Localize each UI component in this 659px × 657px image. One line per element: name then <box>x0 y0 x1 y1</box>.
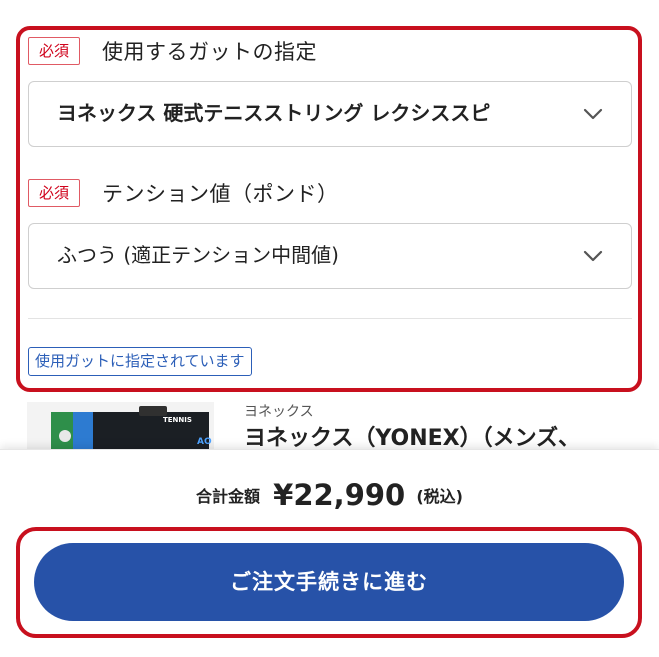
product-thumbnail[interactable]: AO TENNIS <box>27 402 214 450</box>
gut-select-value: ヨネックス 硬式テニスストリング レクシススピ <box>57 101 491 125</box>
chevron-down-icon <box>583 108 603 120</box>
chevron-down-icon <box>583 250 603 262</box>
gut-specified-notice: 使用ガットに指定されています <box>28 347 252 376</box>
tax-note: (税込) <box>416 487 463 506</box>
required-badge: 必須 <box>28 179 81 207</box>
tension-select[interactable]: ふつう (適正テンション中間値) <box>28 223 632 289</box>
tension-select-value: ふつう (適正テンション中間値) <box>57 243 339 267</box>
svg-text:AO: AO <box>197 437 212 447</box>
gut-select[interactable]: ヨネックス 硬式テニスストリング レクシススピ <box>28 81 632 147</box>
product-brand: ヨネックス <box>244 404 314 420</box>
total-label: 合計金額 <box>196 487 261 506</box>
gut-field-label: 使用するガットの指定 <box>102 40 317 64</box>
checkout-button[interactable]: ご注文手続きに進む <box>34 543 624 621</box>
string-package-image: AO <box>27 402 214 450</box>
total-price: ¥22,990 <box>273 478 406 512</box>
thumbnail-label: TENNIS <box>163 416 192 424</box>
tension-field-label: テンション値（ポンド） <box>102 182 339 206</box>
required-badge: 必須 <box>28 37 81 65</box>
order-total: 合計金額 ¥22,990 (税込) <box>0 478 659 512</box>
section-divider <box>28 318 632 319</box>
